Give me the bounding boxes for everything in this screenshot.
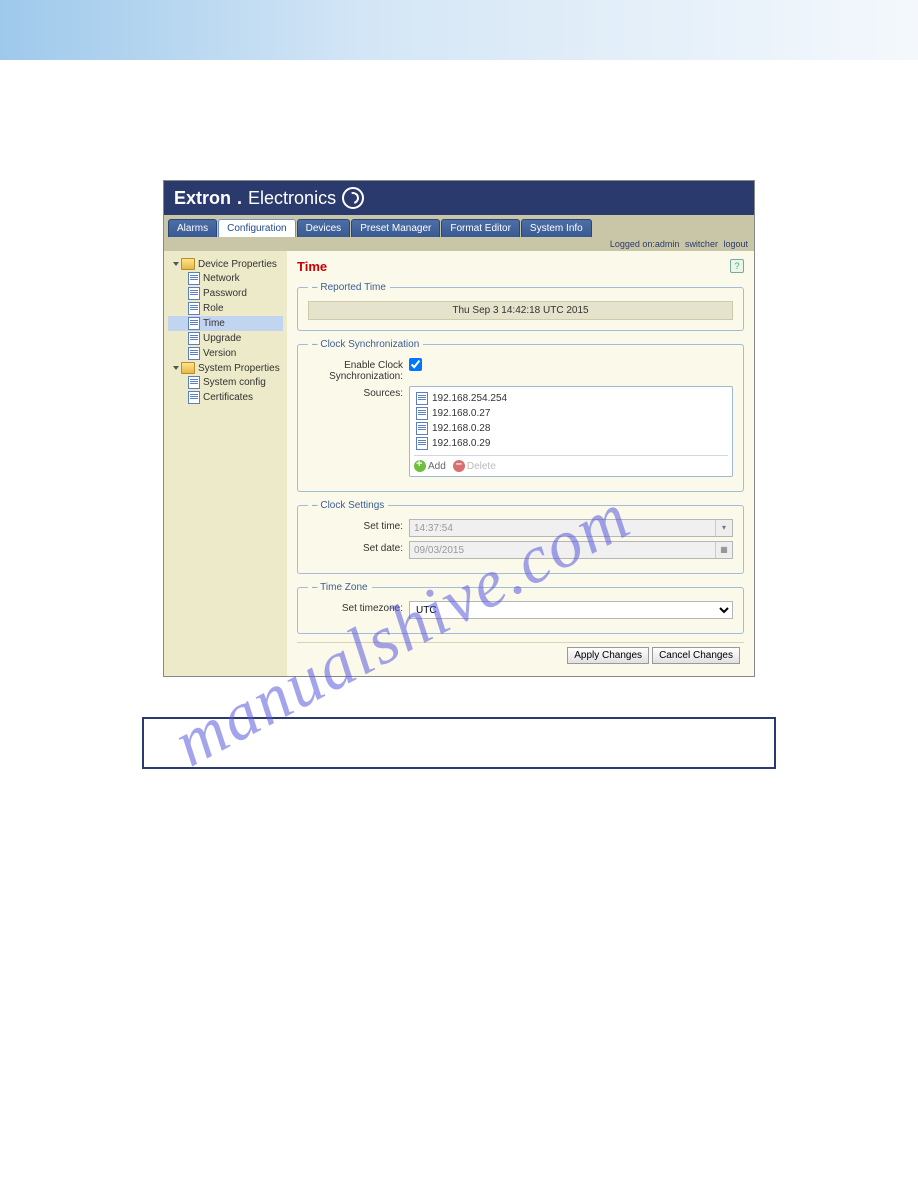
add-source-button[interactable]: Add [428,461,446,472]
reported-time-value: Thu Sep 3 14:42:18 UTC 2015 [308,301,733,320]
brand-part2: Electronics [248,188,336,209]
sidebar-certificates[interactable]: Certificates [168,390,283,405]
user-bar: Logged on:admin switcher logout [164,237,754,251]
cancel-button[interactable]: Cancel Changes [652,647,740,664]
set-time-label: Set time: [308,519,409,532]
set-timezone-label: Set timezone: [308,601,409,614]
main-panel: ? Time – Reported Time Thu Sep 3 14:42:1… [287,251,754,676]
doc-icon [188,287,200,300]
doc-icon [416,407,428,420]
doc-icon [188,332,200,345]
source-item[interactable]: 192.168.254.254 [414,391,728,406]
sidebar-upgrade[interactable]: Upgrade [168,331,283,346]
delete-source-button: Delete [467,461,496,472]
settings-legend: Clock Settings [320,500,384,511]
sidebar-password[interactable]: Password [168,286,283,301]
sidebar: Device Properties Network Password Role … [164,251,287,676]
top-gradient-bar [0,0,918,60]
sync-legend: Clock Synchronization [320,339,419,350]
doc-icon [416,437,428,450]
sources-label: Sources: [308,386,409,399]
timezone-group: – Time Zone Set timezone: UTC [297,582,744,634]
expand-icon [173,366,179,370]
sidebar-role[interactable]: Role [168,301,283,316]
switcher-link[interactable]: switcher [685,239,718,249]
button-bar: Apply Changes Cancel Changes [297,642,744,668]
tab-system-info[interactable]: System Info [521,219,592,237]
tz-legend: Time Zone [320,582,367,593]
brand-logo-icon [342,187,364,209]
logout-link[interactable]: logout [723,239,748,249]
doc-icon [188,302,200,315]
doc-icon [188,272,200,285]
logged-on-label: Logged on: [610,239,655,249]
sidebar-network[interactable]: Network [168,271,283,286]
folder-icon [181,258,195,270]
source-item[interactable]: 192.168.0.29 [414,436,728,451]
apply-button[interactable]: Apply Changes [567,647,649,664]
webui-window: Extron. Electronics Alarms Configuration… [163,180,755,677]
enable-sync-checkbox[interactable] [409,358,422,371]
page-title: Time [297,259,744,274]
doc-icon [188,376,200,389]
sidebar-system-config[interactable]: System config [168,375,283,390]
sidebar-version[interactable]: Version [168,346,283,361]
expand-icon [173,262,179,266]
set-date-input[interactable] [409,541,733,559]
enable-sync-label: Enable Clock Synchronization: [308,358,409,382]
sources-list: 192.168.254.254 192.168.0.27 192.168.0.2… [409,386,733,477]
brand-bar: Extron. Electronics [164,181,754,215]
tab-preset-manager[interactable]: Preset Manager [351,219,440,237]
user-name: admin [655,239,680,249]
doc-icon [416,422,428,435]
tab-alarms[interactable]: Alarms [168,219,217,237]
source-item[interactable]: 192.168.0.28 [414,421,728,436]
set-time-input[interactable] [409,519,733,537]
help-icon[interactable]: ? [730,259,744,273]
source-item[interactable]: 192.168.0.27 [414,406,728,421]
delete-icon [453,460,465,472]
sidebar-time[interactable]: Time [168,316,283,331]
clock-sync-group: – Clock Synchronization Enable Clock Syn… [297,339,744,492]
reported-time-group: – Reported Time Thu Sep 3 14:42:18 UTC 2… [297,282,744,331]
timezone-select[interactable]: UTC [409,601,733,619]
set-date-label: Set date: [308,541,409,554]
time-spinner-icon[interactable]: ▾ [715,520,732,536]
source-actions: Add Delete [414,455,728,472]
tab-configuration[interactable]: Configuration [218,219,295,237]
brand-part1: Extron [174,188,231,209]
sidebar-system-properties[interactable]: System Properties [168,361,283,375]
doc-icon [416,392,428,405]
tab-format-editor[interactable]: Format Editor [441,219,520,237]
sidebar-device-properties[interactable]: Device Properties [168,257,283,271]
note-box [142,717,776,769]
tab-bar: Alarms Configuration Devices Preset Mana… [164,215,754,237]
add-icon[interactable] [414,460,426,472]
doc-icon [188,317,200,330]
clock-settings-group: – Clock Settings Set time: ▾ Set date: ▦ [297,500,744,574]
doc-icon [188,391,200,404]
reported-legend: Reported Time [320,282,386,293]
calendar-icon[interactable]: ▦ [715,542,732,558]
tab-devices[interactable]: Devices [297,219,351,237]
doc-icon [188,347,200,360]
folder-icon [181,362,195,374]
